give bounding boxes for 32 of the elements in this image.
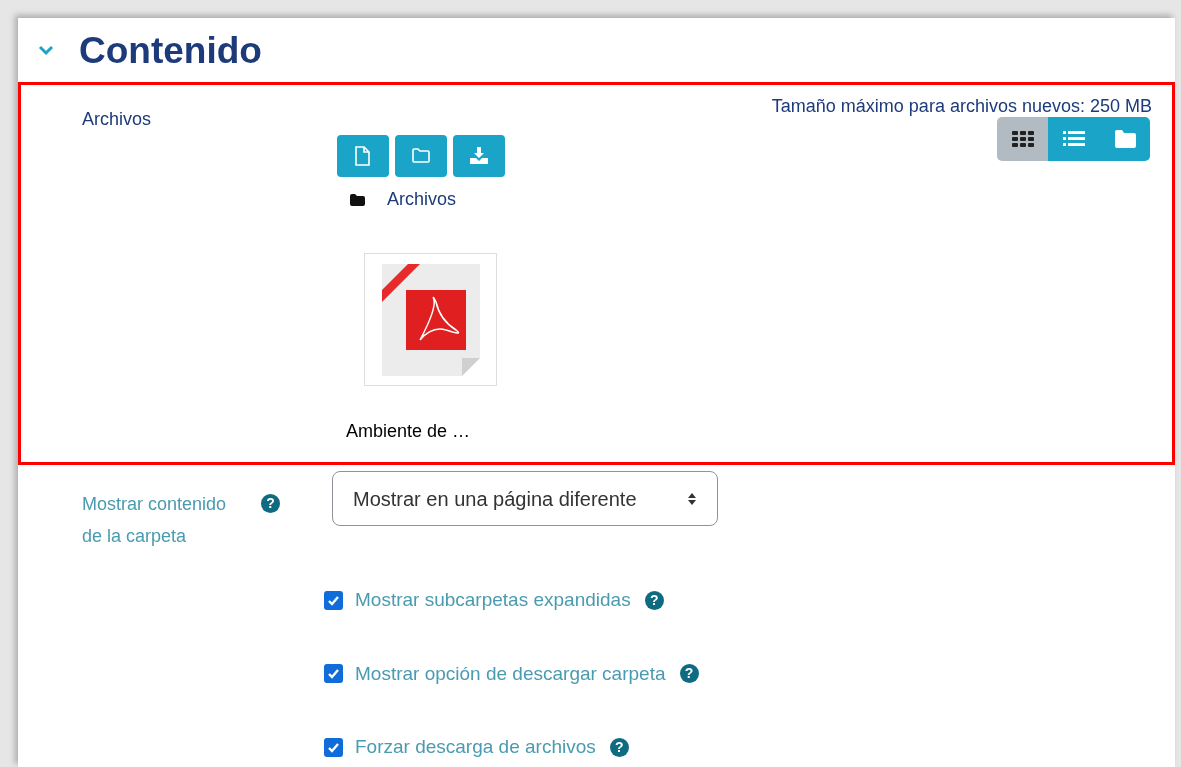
view-toggle[interactable] [1048,117,1099,161]
folder-icon [1113,129,1136,149]
file-name: Ambiente de … [346,420,472,443]
add-file-button[interactable] [337,135,389,177]
help-icon[interactable]: ? [609,737,629,757]
section-title: Contenido [79,31,262,69]
list-icon [1062,129,1085,149]
checkbox-label[interactable]: Mostrar subcarpetas expandidas [355,586,631,615]
download-button[interactable] [453,135,505,177]
checkbox[interactable] [324,664,343,684]
field-label: Archivos [82,109,152,129]
file-thumbnail[interactable] [364,253,497,386]
download-icon [468,145,490,167]
select-dropdown[interactable]: Mostrar en una página diferente [332,471,718,526]
view-toggle[interactable] [997,117,1048,161]
breadcrumb-link[interactable]: Archivos [387,186,457,213]
check-icon [327,667,340,681]
sort-icon [687,491,697,506]
checkbox-label[interactable]: Forzar descarga de archivos [355,733,596,762]
checkbox-label[interactable]: Mostrar opción de descargar carpeta [355,659,666,688]
grid-icon [1011,129,1034,149]
view-toggle[interactable] [1099,117,1150,161]
chevron-icon[interactable] [38,44,54,56]
help-icon[interactable]: ? [644,590,664,610]
help-icon[interactable]: ? [679,664,699,684]
help-icon[interactable]: ? [261,494,280,513]
checkbox[interactable] [324,737,343,757]
max-size-note: Tamaño máximo para archivos nuevos: 250 MB [771,95,1152,118]
folder-icon [350,193,365,206]
checkbox[interactable] [324,590,343,610]
field-label: Mostrar contenido de la carpeta [82,493,228,548]
create-folder-button[interactable] [395,135,447,177]
